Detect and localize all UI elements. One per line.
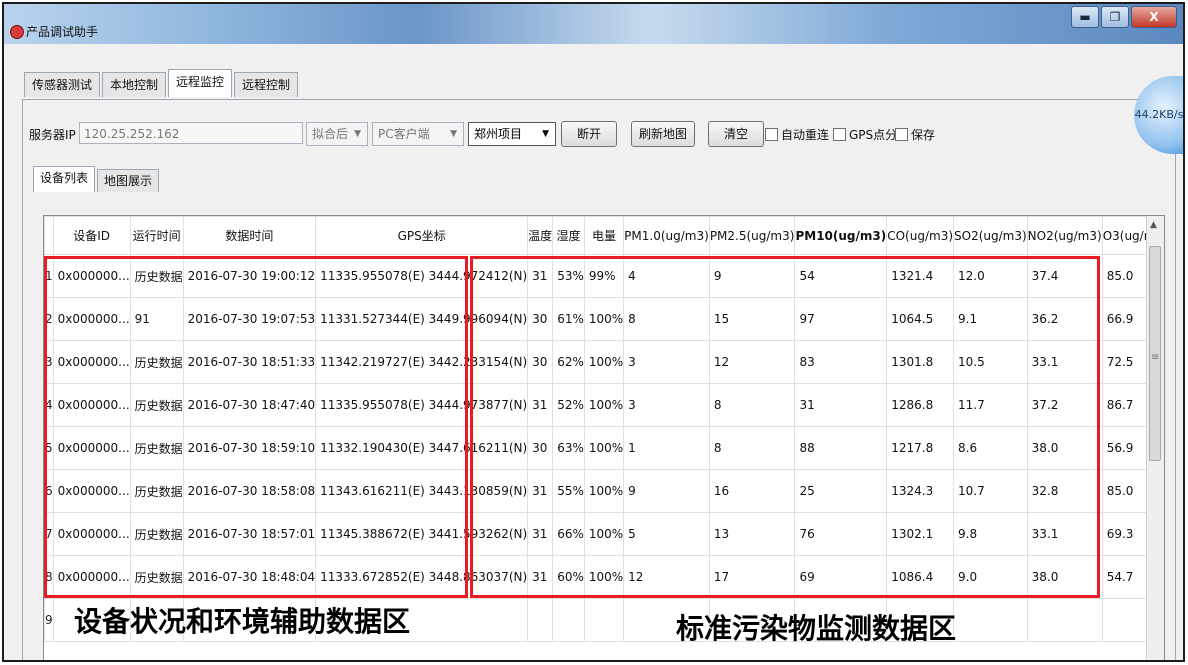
column-header[interactable]	[44, 216, 54, 255]
server-ip-label: 服务器IP	[29, 128, 76, 142]
pollutant-data-highlight	[470, 256, 1100, 598]
close-button[interactable]: X	[1131, 6, 1177, 28]
app-window: 产品调试助手 ▬ ❐ X 传感器测试 本地控制 远程监控 远程控制 服务器IP …	[2, 2, 1185, 662]
mode-select[interactable]: 拟合后 ▼	[306, 122, 368, 146]
column-header[interactable]: 数据时间	[182, 216, 317, 255]
tab-sensor-test[interactable]: 传感器测试	[24, 72, 101, 97]
client-select[interactable]: PC客户端 ▼	[372, 122, 464, 146]
project-select[interactable]: 郑州项目 ▼	[468, 122, 556, 146]
column-header[interactable]: 电量	[583, 216, 625, 255]
disconnect-button[interactable]: 断开	[561, 121, 617, 147]
column-header[interactable]: 设备ID	[52, 216, 131, 255]
chevron-down-icon: ▼	[354, 129, 361, 139]
row-number[interactable]: 9	[44, 598, 54, 642]
table-cell[interactable]	[953, 598, 1028, 642]
gps-checkbox[interactable]: GPS点分	[833, 127, 897, 143]
column-header[interactable]: CO(ug/m3)	[886, 216, 955, 255]
column-header[interactable]: GPS坐标	[315, 216, 529, 255]
vertical-scrollbar[interactable]: ▲ ≡	[1146, 216, 1164, 660]
maximize-button[interactable]: ❐	[1101, 6, 1129, 28]
server-ip-input[interactable]: 120.25.252.162	[79, 122, 303, 144]
left-region-label: 设备状况和环境辅助数据区	[74, 605, 411, 638]
column-header[interactable]: SO2(ug/m3)	[953, 216, 1028, 255]
scroll-up-icon[interactable]: ▲	[1150, 220, 1157, 230]
window-title: 产品调试助手	[26, 25, 99, 39]
tab-map-view[interactable]: 地图展示	[97, 169, 160, 192]
checkbox-box	[895, 128, 908, 141]
column-header[interactable]: 运行时间	[129, 216, 184, 255]
tab-remote-control[interactable]: 远程控制	[234, 72, 299, 97]
table-cell[interactable]	[552, 598, 585, 642]
column-header[interactable]: PM2.5(ug/m3)	[708, 216, 796, 255]
chevron-down-icon: ▼	[542, 129, 549, 139]
checkbox-box	[833, 128, 846, 141]
chevron-down-icon: ▼	[450, 129, 457, 139]
tab-device-list[interactable]: 设备列表	[33, 166, 96, 192]
project-select-value: 郑州项目	[474, 127, 523, 141]
title-bar[interactable]: 产品调试助手 ▬ ❐ X	[4, 4, 1183, 44]
minimize-button[interactable]: ▬	[1071, 6, 1099, 28]
tab-remote-monitor[interactable]: 远程监控	[168, 69, 233, 97]
clear-button[interactable]: 清空	[708, 121, 764, 147]
tab-local-control[interactable]: 本地控制	[102, 72, 167, 97]
main-tabs: 传感器测试 本地控制 远程监控 远程控制	[24, 69, 299, 98]
auto-reconnect-label: 自动重连	[781, 128, 830, 142]
table-cell[interactable]	[1026, 598, 1103, 642]
checkbox-box	[765, 128, 778, 141]
column-header[interactable]: 湿度	[552, 216, 585, 255]
refresh-map-button[interactable]: 刷新地图	[631, 121, 695, 147]
column-header[interactable]: 温度	[527, 216, 554, 255]
app-icon	[10, 25, 24, 39]
right-region-label: 标准污染物监测数据区	[676, 612, 957, 645]
save-label: 保存	[911, 128, 936, 142]
mode-select-value: 拟合后	[312, 127, 349, 141]
column-header[interactable]: PM10(ug/m3)	[794, 216, 888, 255]
gps-label: GPS点分	[849, 128, 898, 142]
sub-tabs: 设备列表 地图展示	[33, 166, 160, 192]
save-checkbox[interactable]: 保存	[895, 127, 935, 143]
device-status-highlight	[44, 256, 468, 598]
grip-icon: ≡	[1151, 352, 1160, 363]
column-header[interactable]: NO2(ug/m3)	[1026, 216, 1103, 255]
table-cell[interactable]	[583, 598, 625, 642]
column-header[interactable]: PM1.0(ug/m3)	[623, 216, 710, 255]
client-select-value: PC客户端	[378, 127, 430, 141]
table-cell[interactable]	[527, 598, 554, 642]
auto-reconnect-checkbox[interactable]: 自动重连	[765, 127, 829, 143]
